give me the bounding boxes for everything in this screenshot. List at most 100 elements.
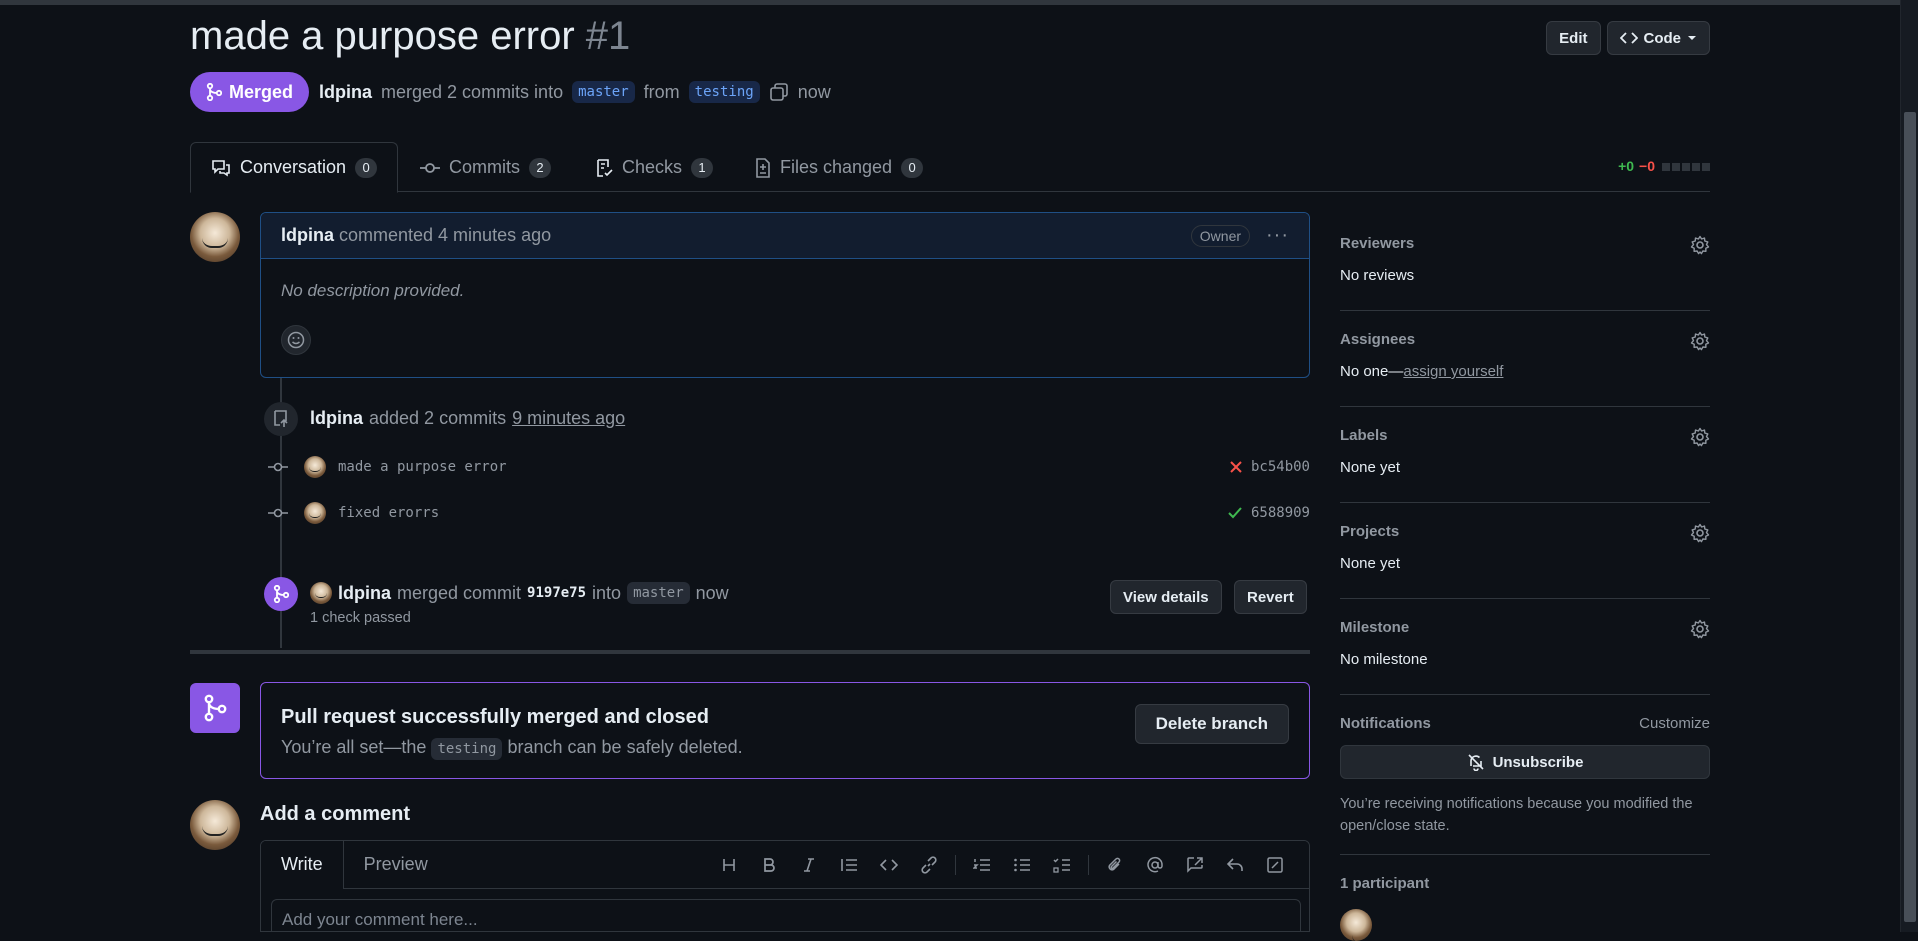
pr-author[interactable]: ldpina [319,82,372,103]
bell-slash-icon [1467,754,1484,771]
gear-icon[interactable] [1690,235,1710,255]
participant-avatar[interactable] [1340,909,1372,941]
merge-author-avatar[interactable] [310,582,332,604]
tab-preview[interactable]: Preview [344,841,448,889]
labels-value: None yet [1340,459,1401,476]
labels-heading[interactable]: Labels [1340,427,1388,444]
ordered-list-icon[interactable] [962,849,1002,881]
git-merge-icon [273,585,289,603]
participants-heading: 1 participant [1340,875,1430,892]
scrollbar-thumb[interactable] [1904,112,1916,922]
merged-sub-after: branch can be safely deleted. [507,737,743,757]
commit-sha[interactable]: 6588909 [1251,505,1310,521]
merge-target-branch[interactable]: master [627,582,690,604]
delete-branch-button[interactable]: Delete branch [1134,704,1289,744]
gear-icon[interactable] [1690,619,1710,639]
head-branch[interactable]: testing [688,81,760,103]
tab-checks[interactable]: Checks 1 [595,142,714,193]
mention-icon[interactable] [1135,849,1175,881]
merged-status-icon [190,683,240,733]
sidebar-projects: Projects None yet [1340,503,1710,599]
check-icon[interactable] [1227,506,1243,520]
italic-icon[interactable] [789,849,829,881]
comment-author-avatar[interactable] [190,212,240,262]
merged-text: merged 2 commits into [381,81,564,102]
revert-button[interactable]: Revert [1234,580,1307,614]
pr-title: made a purpose error [190,14,575,58]
heading-icon[interactable] [709,849,749,881]
copy-icon[interactable] [769,82,789,102]
x-icon[interactable] [1229,460,1243,474]
projects-heading[interactable]: Projects [1340,523,1399,540]
paperclip-icon[interactable] [1095,849,1135,881]
link-icon[interactable] [909,849,949,881]
commit-author-avatar[interactable] [304,456,326,478]
commits-event-author[interactable]: ldpina [310,408,363,429]
kebab-menu-icon[interactable]: ··· [1266,224,1289,247]
assignees-heading[interactable]: Assignees [1340,331,1415,348]
code-icon [1619,32,1638,44]
unordered-list-icon[interactable] [1002,849,1042,881]
reply-icon[interactable] [1215,849,1255,881]
gear-icon[interactable] [1690,523,1710,543]
gear-icon[interactable] [1690,331,1710,351]
merged-state-badge: Merged [190,72,310,112]
tab-commits-label: Commits [449,157,520,177]
merge-commit-sha[interactable]: 9197e75 [527,585,586,601]
code-icon[interactable] [869,849,909,881]
bold-icon[interactable] [749,849,789,881]
page-scrollbar[interactable] [1900,0,1918,932]
diffstat-additions: +0 [1618,158,1635,174]
merge-event-author[interactable]: ldpina [338,583,391,604]
git-merge-icon [206,83,222,101]
notification-reason: You’re receiving notifications because y… [1340,796,1693,834]
file-diff-icon [756,157,770,178]
tab-files-changed[interactable]: Files changed 0 [755,142,924,193]
comment-body: No description provided. [281,281,465,300]
current-user-avatar[interactable] [190,800,240,850]
milestone-value: No milestone [1340,651,1428,668]
git-merge-icon [204,694,227,722]
assign-yourself-link[interactable]: assign yourself [1403,363,1503,380]
notifications-heading: Notifications [1340,715,1431,732]
customize-link[interactable]: Customize [1639,715,1710,732]
merge-event-time: now [695,582,729,603]
commit-message[interactable]: made a purpose error [338,459,507,475]
view-details-button[interactable]: View details [1110,580,1222,614]
sidebar-labels: Labels None yet [1340,407,1710,503]
comment-author[interactable]: ldpina [281,225,334,246]
comment-textarea[interactable]: Add your comment here... [271,899,1301,931]
cross-reference-icon[interactable] [1175,849,1215,881]
fullscreen-editor-icon[interactable] [1255,849,1295,881]
git-commit-icon [420,162,440,173]
commit-author-avatar[interactable] [304,502,326,524]
edit-button[interactable]: Edit [1546,21,1601,55]
tab-checks-count: 1 [691,157,714,178]
comment-editor: Write Preview Add your comment here... [260,840,1310,932]
reviewers-heading[interactable]: Reviewers [1340,235,1414,252]
commits-event-time[interactable]: 9 minutes ago [512,408,625,429]
tab-write[interactable]: Write [261,841,344,889]
task-list-icon[interactable] [1042,849,1082,881]
checklist-icon [597,158,613,177]
milestone-heading[interactable]: Milestone [1340,619,1409,636]
unsubscribe-button[interactable]: Unsubscribe [1340,745,1710,779]
commit-message[interactable]: fixed erorrs [338,505,439,521]
merged-sub-branch: testing [431,738,503,760]
tab-conversation[interactable]: Conversation 0 [190,142,399,193]
add-reaction-button[interactable] [281,325,311,355]
gear-icon[interactable] [1690,427,1710,447]
diffstat-blocks [1660,158,1710,174]
quote-icon[interactable] [829,849,869,881]
commit-row: fixed erorrs 6588909 [260,499,1310,527]
base-branch[interactable]: master [572,81,635,103]
pr-tabs: Conversation 0 Commits 2 Checks 1 Files … [190,142,1710,193]
checks-passed[interactable]: 1 check passed [310,610,411,626]
sidebar-assignees: Assignees No one—assign yourself [1340,311,1710,407]
tab-commits[interactable]: Commits 2 [420,142,551,193]
view-details-label: View details [1123,588,1209,606]
commit-sha[interactable]: bc54b00 [1251,459,1310,475]
merged-sub-before: You’re all set—the [281,737,427,757]
header-actions: Edit Code [1546,21,1710,55]
code-button[interactable]: Code [1606,21,1710,55]
